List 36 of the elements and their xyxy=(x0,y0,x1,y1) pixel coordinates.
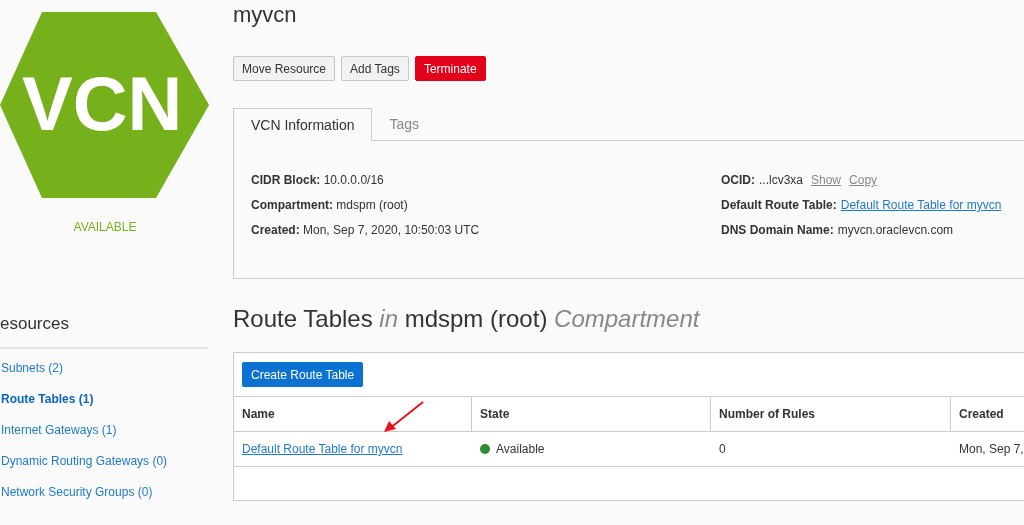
detail-value: myvcn.oraclevcn.com xyxy=(837,223,954,237)
sidebar-link[interactable]: Subnets (2) xyxy=(1,361,64,376)
sidebar-link[interactable]: Dynamic Routing Gateways (0) xyxy=(1,454,168,469)
column-header: Number of Rules xyxy=(711,397,951,431)
tab[interactable]: Tags xyxy=(372,108,437,141)
sidebar-link[interactable]: Route Tables (1) xyxy=(1,392,94,407)
action-button[interactable]: Terminate xyxy=(414,56,486,81)
page-title: myvcn xyxy=(233,2,298,28)
route-table-link[interactable]: Default Route Table for myvcn xyxy=(840,198,1002,212)
detail-text: Created: Mon, Sep 7, 2020, 10:50:03 UTC xyxy=(251,223,480,237)
hexagon-logo-icon xyxy=(0,12,210,198)
detail-label: Default Route Table: xyxy=(721,198,837,212)
sidebar-link[interactable]: Network Security Groups (0) xyxy=(1,485,153,500)
status-text: AVAILABLE xyxy=(72,220,138,234)
action-button[interactable]: Add Tags xyxy=(341,56,409,81)
section-heading: Route Tables in mdspm (root) Compartment xyxy=(233,305,701,333)
arrow-annotation xyxy=(384,401,424,432)
create-button[interactable]: Create Route Table xyxy=(242,362,364,387)
table-cell: Mon, Sep 7, xyxy=(959,442,1024,456)
column-header: State xyxy=(472,397,711,431)
ocid-link[interactable]: Show xyxy=(811,173,842,187)
logo-text: VCN xyxy=(22,64,183,144)
resources-heading: esources xyxy=(0,314,70,334)
table-cell: 0 xyxy=(719,442,726,456)
ocid-link[interactable]: Copy xyxy=(849,173,878,187)
action-button[interactable]: Move Resource xyxy=(233,56,336,81)
column-header: Created xyxy=(951,397,1024,431)
route-table-link[interactable]: Default Route Table for myvcn xyxy=(242,442,403,456)
detail-label: DNS Domain Name: xyxy=(721,223,834,237)
sidebar-link[interactable]: Internet Gateways (1) xyxy=(1,423,117,438)
detail-text: CIDR Block: 10.0.0.0/16 xyxy=(251,173,384,187)
detail-value: ...lcv3xa xyxy=(759,173,803,187)
detail-label: OCID: xyxy=(721,173,755,187)
detail-text: Compartment: mdspm (root) xyxy=(251,198,408,212)
table-cell: Available xyxy=(496,442,545,456)
tab[interactable]: VCN Information xyxy=(233,108,373,141)
